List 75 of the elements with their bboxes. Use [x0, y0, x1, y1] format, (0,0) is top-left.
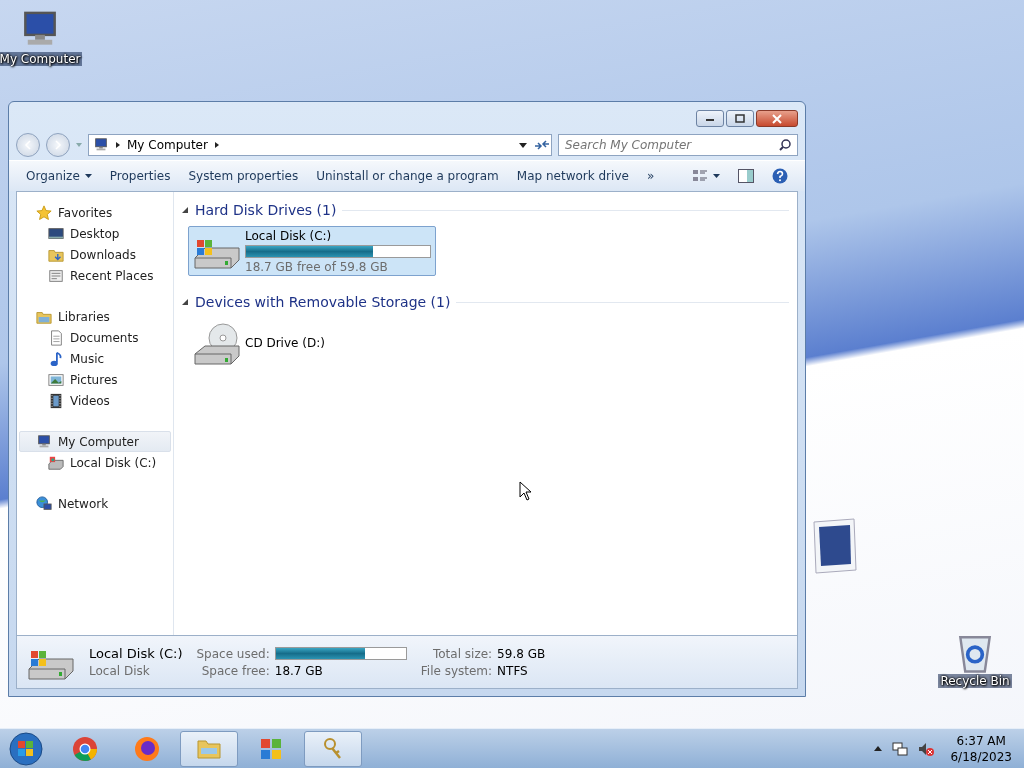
music-note-icon [48, 350, 64, 367]
toolbar-button[interactable]: Properties [102, 165, 178, 187]
nav-item[interactable]: Documents [19, 327, 171, 348]
nav-item[interactable]: Local Disk (C:) [19, 452, 171, 473]
drive-name: Local Disk (C:) [245, 228, 333, 243]
field-label: Space free: [200, 663, 270, 678]
star-icon [36, 204, 52, 221]
field-label: Total size: [431, 646, 493, 661]
field-value: NTFS [497, 663, 529, 678]
field-value: 18.7 GB [274, 663, 324, 678]
group-header[interactable]: Devices with Removable Storage (1) [195, 294, 451, 310]
windows-logo-icon [9, 731, 43, 766]
view-list-icon [692, 169, 708, 183]
network-globe-icon [36, 495, 52, 512]
clock-time: 6:37 AM [956, 732, 1006, 749]
nav-item[interactable]: Network [19, 493, 171, 514]
field-value: 59.8 GB [497, 646, 546, 661]
drive-name: CD Drive (D:) [245, 336, 326, 350]
restore-icon [734, 113, 746, 124]
nav-item[interactable]: Libraries [19, 306, 171, 327]
nav-item[interactable]: Music [19, 348, 171, 369]
breadcrumb-arrow-icon[interactable] [115, 141, 121, 149]
close-button[interactable] [756, 110, 798, 127]
nav-item[interactable]: Recent Places [19, 265, 171, 286]
more-commands-button[interactable]: » [639, 165, 662, 187]
field-label: Space used: [196, 646, 270, 661]
help-icon [772, 168, 788, 184]
minimize-button[interactable] [696, 110, 724, 127]
toolbar-button[interactable]: Organize [19, 165, 99, 187]
toolbar-button[interactable]: Uninstall or change a program [309, 165, 506, 187]
toolbar-button[interactable]: System properties [181, 165, 306, 187]
film-strip-icon [48, 392, 64, 409]
start-button[interactable] [6, 730, 46, 767]
picture-frame-icon [812, 518, 858, 574]
dropdown-caret-icon[interactable] [519, 142, 527, 148]
drive-name: Local Disk (C:) [89, 646, 183, 661]
hard-drive-icon [48, 454, 64, 471]
clock-date: 6/18/2023 [950, 748, 1012, 765]
search-icon[interactable] [779, 139, 791, 151]
desktop-icon-label[interactable]: Recycle Bin [938, 674, 1012, 688]
recent-places-icon [48, 267, 64, 284]
collapse-triangle-icon[interactable] [182, 298, 189, 306]
drive-type: Local Disk [89, 664, 151, 678]
group-header[interactable]: Hard Disk Drives (1) [195, 202, 337, 218]
preview-pane-icon [738, 169, 754, 183]
nav-item[interactable]: Favorites [19, 202, 171, 223]
nav-item[interactable]: Videos [19, 390, 171, 411]
nav-item[interactable]: My Computer [19, 431, 171, 452]
nav-item[interactable]: Desktop [19, 223, 171, 244]
nav-item[interactable]: Pictures [19, 369, 171, 390]
computer-icon [93, 137, 109, 153]
network-icon[interactable] [892, 740, 909, 757]
free-space-text: 18.7 GB free of 59.8 GB [245, 259, 389, 274]
close-icon [772, 113, 782, 124]
cd-drive-icon [193, 320, 241, 366]
search-field[interactable]: Search My Computer [558, 134, 798, 156]
field-label: File system: [420, 663, 493, 678]
show-hidden-icons-icon[interactable] [874, 746, 883, 751]
picture-icon [48, 371, 64, 388]
caret-icon [84, 174, 92, 178]
caret-icon [713, 174, 720, 178]
drive-tile[interactable]: Local Disk (C:) 18.7 GB free of 59.8 GB [188, 226, 436, 276]
mouse-pointer-icon [519, 481, 533, 501]
taskbar-button[interactable] [304, 730, 362, 767]
computer-icon [36, 433, 52, 450]
nav-item[interactable]: Downloads [19, 244, 171, 265]
document-icon [48, 329, 64, 346]
restore-button[interactable] [726, 110, 754, 127]
drive-tile[interactable]: CD Drive (D:) [188, 318, 436, 368]
desktop-icon [48, 225, 64, 242]
address-bar[interactable]: My Computer [88, 134, 552, 156]
breadcrumb-arrow-icon[interactable] [213, 141, 220, 149]
breadcrumb-item[interactable]: My Computer [127, 138, 208, 152]
toolbar-button[interactable]: Map network drive [509, 165, 636, 187]
collapse-triangle-icon[interactable] [182, 206, 189, 214]
